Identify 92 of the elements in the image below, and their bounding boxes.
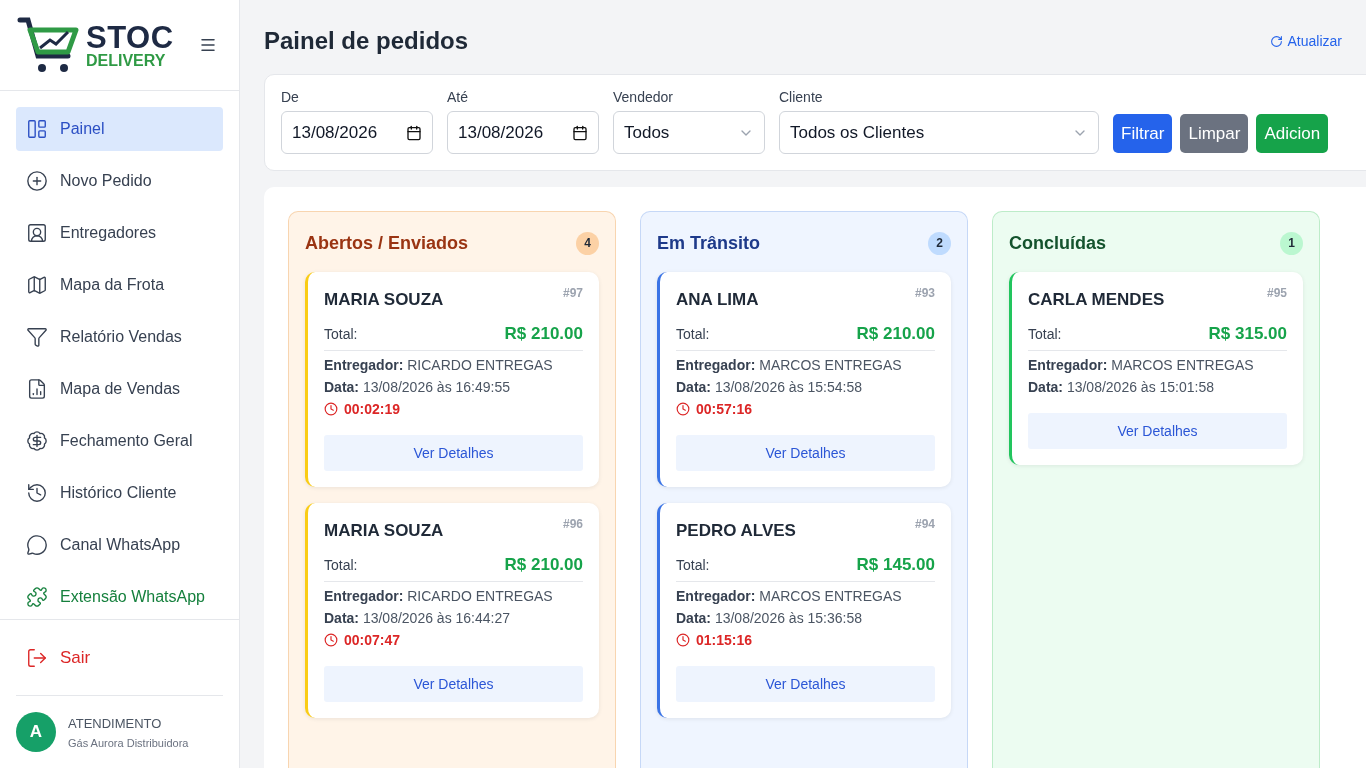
elapsed-time: 00:57:16: [696, 401, 753, 417]
sidebar-item[interactable]: Relatório Vendas: [16, 315, 223, 359]
details-button[interactable]: Ver Detalhes: [324, 435, 583, 471]
nav-icon: [26, 118, 48, 140]
sidebar-item[interactable]: Mapa da Frota: [16, 263, 223, 307]
nav-icon: [26, 430, 48, 452]
nav-icon: [26, 586, 48, 608]
order-number: #97: [562, 286, 583, 300]
nav-icon: [26, 222, 48, 244]
nav-icon: [26, 170, 48, 192]
total-label: Total:: [676, 557, 710, 573]
nav-icon: [26, 482, 48, 504]
customer-name: ANA LIMA: [676, 290, 759, 310]
courier-text: Entregador: MARCOS ENTREGAS: [676, 588, 903, 604]
total-label: Total:: [1028, 326, 1062, 342]
refresh-link[interactable]: Atualizar: [1269, 33, 1342, 49]
user-avatar: A: [16, 712, 56, 752]
customer-name: MARIA SOUZA: [324, 521, 444, 541]
clock-icon: [676, 633, 690, 647]
logout-link[interactable]: Sair: [16, 620, 223, 696]
courier-text: Entregador: RICARDO ENTREGAS: [324, 588, 554, 604]
field-label: Cliente: [779, 89, 824, 105]
filter-button[interactable]: Limpar: [1180, 114, 1249, 153]
courier-text: Entregador: RICARDO ENTREGAS: [324, 357, 554, 373]
calendar-icon: [406, 124, 422, 141]
elapsed-time: 01:15:16: [696, 632, 753, 648]
nav-icon: [26, 378, 48, 400]
total-label: Total:: [324, 326, 358, 342]
date-text: Data: 13/08/2026 às 15:54:58: [676, 379, 864, 395]
nav-icon: [26, 534, 48, 556]
date-text: Data: 13/08/2026 às 15:01:58: [1028, 379, 1216, 395]
field-label: De: [281, 89, 300, 105]
user-role: ATENDIMENTO: [68, 715, 163, 731]
order-number: #93: [914, 286, 935, 300]
logout-icon: [26, 646, 48, 669]
select-field[interactable]: Todos: [613, 111, 765, 154]
sidebar-item[interactable]: Painel: [16, 107, 223, 151]
date-text: Data: 13/08/2026 às 16:44:27: [324, 610, 512, 626]
clock-icon: [324, 633, 338, 647]
page-title: Painel de pedidos: [264, 27, 469, 55]
total-value: R$ 210.00: [504, 324, 583, 344]
column-title: Em Trânsito: [657, 232, 761, 254]
total-value: R$ 210.00: [856, 324, 935, 344]
order-number: #96: [562, 517, 583, 531]
elapsed-time: 00:07:47: [344, 632, 401, 648]
date-field[interactable]: 13/08/2026: [447, 111, 599, 154]
brand-name: STOC: [86, 21, 175, 53]
count-badge: 4: [576, 231, 599, 255]
order-number: #94: [914, 517, 935, 531]
details-button[interactable]: Ver Detalhes: [1028, 413, 1287, 449]
details-button[interactable]: Ver Detalhes: [676, 666, 935, 702]
nav-icon: [26, 274, 48, 296]
count-badge: 2: [928, 231, 951, 255]
count-badge: 1: [1280, 231, 1303, 255]
select-field[interactable]: Todos os Clientes: [779, 111, 1099, 154]
sidebar-item[interactable]: Canal WhatsApp: [16, 523, 223, 567]
details-button[interactable]: Ver Detalhes: [676, 435, 935, 471]
customer-name: PEDRO ALVES: [676, 521, 796, 541]
column-title: Concluídas: [1009, 232, 1106, 254]
total-value: R$ 145.00: [856, 555, 935, 575]
company-name: Gás Aurora Distribuidora: [68, 736, 189, 749]
clock-icon: [676, 402, 690, 416]
sidebar-item[interactable]: Mapa de Vendas: [16, 367, 223, 411]
sidebar-item[interactable]: Histórico Cliente: [16, 471, 223, 515]
total-value: R$ 210.00: [504, 555, 583, 575]
elapsed-time: 00:02:19: [344, 401, 401, 417]
date-text: Data: 13/08/2026 às 16:49:55: [324, 379, 512, 395]
total-value: R$ 315.00: [1208, 324, 1287, 344]
customer-name: MARIA SOUZA: [324, 290, 444, 310]
courier-text: Entregador: MARCOS ENTREGAS: [676, 357, 903, 373]
clock-icon: [324, 402, 338, 416]
date-text: Data: 13/08/2026 às 15:36:58: [676, 610, 864, 626]
date-field[interactable]: 13/08/2026: [281, 111, 433, 154]
filter-button[interactable]: Filtrar: [1113, 114, 1173, 153]
sidebar-item[interactable]: Entregadores: [16, 211, 223, 255]
total-label: Total:: [324, 557, 358, 573]
refresh-icon: [1269, 34, 1283, 48]
courier-text: Entregador: MARCOS ENTREGAS: [1028, 357, 1255, 373]
field-label: Até: [447, 89, 469, 105]
field-label: Vendedor: [613, 89, 674, 105]
column-title: Abertos / Enviados: [305, 232, 469, 254]
details-button[interactable]: Ver Detalhes: [324, 666, 583, 702]
order-number: #95: [1266, 286, 1287, 300]
customer-name: CARLA MENDES: [1028, 290, 1165, 310]
brand-tagline: DELIVERY: [86, 52, 167, 69]
menu-icon[interactable]: [199, 36, 217, 54]
total-label: Total:: [676, 326, 710, 342]
calendar-icon: [572, 124, 588, 141]
sidebar-item[interactable]: Extensão WhatsApp: [16, 575, 223, 619]
sidebar-item[interactable]: Novo Pedido: [16, 159, 223, 203]
nav-icon: [26, 326, 48, 348]
sidebar-item[interactable]: Fechamento Geral: [16, 419, 223, 463]
